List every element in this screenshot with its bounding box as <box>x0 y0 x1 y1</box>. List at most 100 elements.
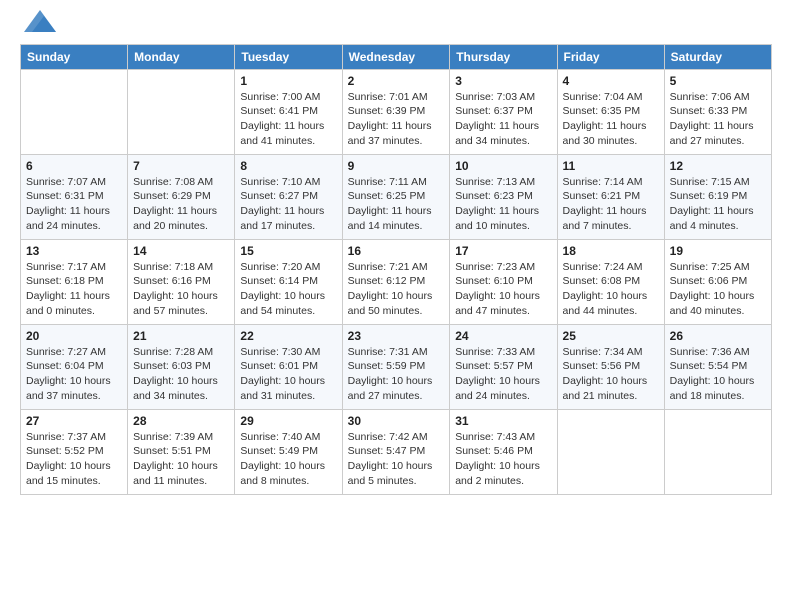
day-info: Sunrise: 7:04 AM Sunset: 6:35 PM Dayligh… <box>563 90 659 149</box>
logo <box>20 16 56 36</box>
day-number: 31 <box>455 414 551 428</box>
weekday-header: Friday <box>557 44 664 69</box>
day-info: Sunrise: 7:28 AM Sunset: 6:03 PM Dayligh… <box>133 345 229 404</box>
calendar-cell: 26 Sunrise: 7:36 AM Sunset: 5:54 PM Dayli… <box>664 324 771 409</box>
day-info: Sunrise: 7:43 AM Sunset: 5:46 PM Dayligh… <box>455 430 551 489</box>
day-number: 22 <box>240 329 336 343</box>
calendar-cell: 11 Sunrise: 7:14 AM Sunset: 6:21 PM Dayli… <box>557 154 664 239</box>
calendar-cell <box>21 69 128 154</box>
day-number: 17 <box>455 244 551 258</box>
calendar-cell: 13 Sunrise: 7:17 AM Sunset: 6:18 PM Dayli… <box>21 239 128 324</box>
day-info: Sunrise: 7:18 AM Sunset: 6:16 PM Dayligh… <box>133 260 229 319</box>
day-number: 3 <box>455 74 551 88</box>
day-number: 10 <box>455 159 551 173</box>
calendar-cell: 16 Sunrise: 7:21 AM Sunset: 6:12 PM Dayli… <box>342 239 450 324</box>
day-number: 6 <box>26 159 122 173</box>
day-info: Sunrise: 7:34 AM Sunset: 5:56 PM Dayligh… <box>563 345 659 404</box>
calendar-week-row: 6 Sunrise: 7:07 AM Sunset: 6:31 PM Daylig… <box>21 154 772 239</box>
calendar-cell: 10 Sunrise: 7:13 AM Sunset: 6:23 PM Dayli… <box>450 154 557 239</box>
day-number: 29 <box>240 414 336 428</box>
calendar-cell: 4Sunrise: 7:04 AM Sunset: 6:35 PM Daylig… <box>557 69 664 154</box>
day-number: 30 <box>348 414 445 428</box>
day-number: 7 <box>133 159 229 173</box>
day-number: 5 <box>670 74 766 88</box>
weekday-header: Thursday <box>450 44 557 69</box>
day-info: Sunrise: 7:21 AM Sunset: 6:12 PM Dayligh… <box>348 260 445 319</box>
day-info: Sunrise: 7:30 AM Sunset: 6:01 PM Dayligh… <box>240 345 336 404</box>
day-number: 1 <box>240 74 336 88</box>
day-number: 14 <box>133 244 229 258</box>
day-info: Sunrise: 7:00 AM Sunset: 6:41 PM Dayligh… <box>240 90 336 149</box>
weekday-header: Saturday <box>664 44 771 69</box>
calendar-cell: 7Sunrise: 7:08 AM Sunset: 6:29 PM Daylig… <box>128 154 235 239</box>
calendar-cell: 15 Sunrise: 7:20 AM Sunset: 6:14 PM Dayli… <box>235 239 342 324</box>
calendar-cell: 5Sunrise: 7:06 AM Sunset: 6:33 PM Daylig… <box>664 69 771 154</box>
day-number: 28 <box>133 414 229 428</box>
calendar-cell: 25 Sunrise: 7:34 AM Sunset: 5:56 PM Dayli… <box>557 324 664 409</box>
calendar-cell: 18Sunrise: 7:24 AM Sunset: 6:08 PM Dayli… <box>557 239 664 324</box>
day-info: Sunrise: 7:07 AM Sunset: 6:31 PM Dayligh… <box>26 175 122 234</box>
weekday-header: Wednesday <box>342 44 450 69</box>
calendar-cell <box>664 409 771 494</box>
day-info: Sunrise: 7:03 AM Sunset: 6:37 PM Dayligh… <box>455 90 551 149</box>
day-info: Sunrise: 7:13 AM Sunset: 6:23 PM Dayligh… <box>455 175 551 234</box>
day-info: Sunrise: 7:36 AM Sunset: 5:54 PM Dayligh… <box>670 345 766 404</box>
day-info: Sunrise: 7:40 AM Sunset: 5:49 PM Dayligh… <box>240 430 336 489</box>
calendar-cell <box>128 69 235 154</box>
day-number: 27 <box>26 414 122 428</box>
calendar-week-row: 20 Sunrise: 7:27 AM Sunset: 6:04 PM Dayli… <box>21 324 772 409</box>
day-number: 19 <box>670 244 766 258</box>
calendar-header-row: SundayMondayTuesdayWednesdayThursdayFrid… <box>21 44 772 69</box>
calendar-cell: 17 Sunrise: 7:23 AM Sunset: 6:10 PM Dayli… <box>450 239 557 324</box>
calendar-cell: 21 Sunrise: 7:28 AM Sunset: 6:03 PM Dayli… <box>128 324 235 409</box>
logo-icon <box>24 10 56 32</box>
calendar-cell: 9 Sunrise: 7:11 AM Sunset: 6:25 PM Daylig… <box>342 154 450 239</box>
day-number: 15 <box>240 244 336 258</box>
day-info: Sunrise: 7:10 AM Sunset: 6:27 PM Dayligh… <box>240 175 336 234</box>
day-info: Sunrise: 7:17 AM Sunset: 6:18 PM Dayligh… <box>26 260 122 319</box>
day-info: Sunrise: 7:20 AM Sunset: 6:14 PM Dayligh… <box>240 260 336 319</box>
calendar-cell: 23Sunrise: 7:31 AM Sunset: 5:59 PM Dayli… <box>342 324 450 409</box>
day-info: Sunrise: 7:27 AM Sunset: 6:04 PM Dayligh… <box>26 345 122 404</box>
calendar-cell: 3 Sunrise: 7:03 AM Sunset: 6:37 PM Daylig… <box>450 69 557 154</box>
day-info: Sunrise: 7:15 AM Sunset: 6:19 PM Dayligh… <box>670 175 766 234</box>
day-number: 20 <box>26 329 122 343</box>
day-number: 16 <box>348 244 445 258</box>
day-number: 21 <box>133 329 229 343</box>
day-info: Sunrise: 7:33 AM Sunset: 5:57 PM Dayligh… <box>455 345 551 404</box>
weekday-header: Monday <box>128 44 235 69</box>
calendar-cell: 2Sunrise: 7:01 AM Sunset: 6:39 PM Daylig… <box>342 69 450 154</box>
day-number: 25 <box>563 329 659 343</box>
day-number: 26 <box>670 329 766 343</box>
day-info: Sunrise: 7:23 AM Sunset: 6:10 PM Dayligh… <box>455 260 551 319</box>
day-info: Sunrise: 7:25 AM Sunset: 6:06 PM Dayligh… <box>670 260 766 319</box>
day-info: Sunrise: 7:01 AM Sunset: 6:39 PM Dayligh… <box>348 90 445 149</box>
calendar-cell: 19 Sunrise: 7:25 AM Sunset: 6:06 PM Dayli… <box>664 239 771 324</box>
day-info: Sunrise: 7:11 AM Sunset: 6:25 PM Dayligh… <box>348 175 445 234</box>
calendar-week-row: 13 Sunrise: 7:17 AM Sunset: 6:18 PM Dayli… <box>21 239 772 324</box>
day-number: 24 <box>455 329 551 343</box>
calendar-cell: 29 Sunrise: 7:40 AM Sunset: 5:49 PM Dayli… <box>235 409 342 494</box>
calendar-cell: 14 Sunrise: 7:18 AM Sunset: 6:16 PM Dayli… <box>128 239 235 324</box>
calendar-cell: 28Sunrise: 7:39 AM Sunset: 5:51 PM Dayli… <box>128 409 235 494</box>
calendar-cell: 24 Sunrise: 7:33 AM Sunset: 5:57 PM Dayli… <box>450 324 557 409</box>
day-number: 11 <box>563 159 659 173</box>
calendar-cell: 30 Sunrise: 7:42 AM Sunset: 5:47 PM Dayli… <box>342 409 450 494</box>
day-number: 12 <box>670 159 766 173</box>
calendar-cell: 22 Sunrise: 7:30 AM Sunset: 6:01 PM Dayli… <box>235 324 342 409</box>
day-number: 13 <box>26 244 122 258</box>
calendar-table: SundayMondayTuesdayWednesdayThursdayFrid… <box>20 44 772 495</box>
calendar-cell: 31 Sunrise: 7:43 AM Sunset: 5:46 PM Dayli… <box>450 409 557 494</box>
calendar-cell: 20 Sunrise: 7:27 AM Sunset: 6:04 PM Dayli… <box>21 324 128 409</box>
calendar-cell: 6 Sunrise: 7:07 AM Sunset: 6:31 PM Daylig… <box>21 154 128 239</box>
calendar-cell: 8Sunrise: 7:10 AM Sunset: 6:27 PM Daylig… <box>235 154 342 239</box>
header <box>20 16 772 36</box>
calendar-week-row: 1 Sunrise: 7:00 AM Sunset: 6:41 PM Daylig… <box>21 69 772 154</box>
day-info: Sunrise: 7:31 AM Sunset: 5:59 PM Dayligh… <box>348 345 445 404</box>
day-info: Sunrise: 7:42 AM Sunset: 5:47 PM Dayligh… <box>348 430 445 489</box>
main-container: SundayMondayTuesdayWednesdayThursdayFrid… <box>0 0 792 505</box>
day-number: 9 <box>348 159 445 173</box>
day-info: Sunrise: 7:14 AM Sunset: 6:21 PM Dayligh… <box>563 175 659 234</box>
calendar-cell <box>557 409 664 494</box>
calendar-week-row: 27Sunrise: 7:37 AM Sunset: 5:52 PM Dayli… <box>21 409 772 494</box>
